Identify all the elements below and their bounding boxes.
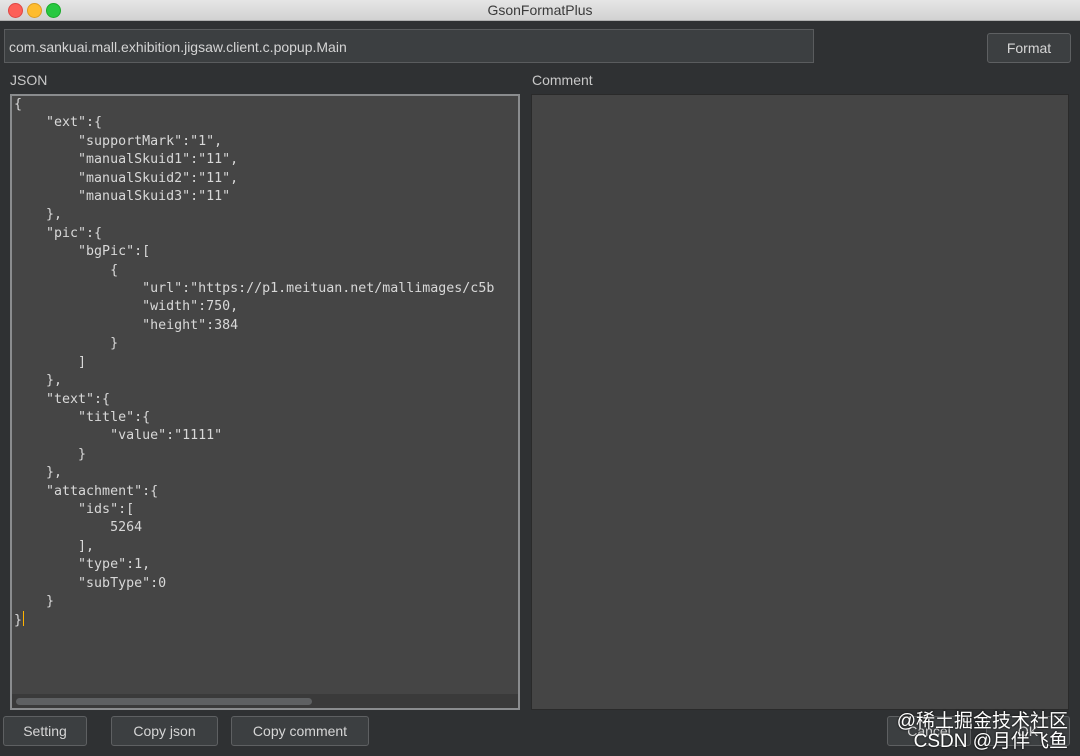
class-name-input[interactable]: com.sankuai.mall.exhibition.jigsaw.clien… — [4, 29, 814, 63]
json-text[interactable]: { "ext":{ "supportMark":"1", "manualSkui… — [12, 96, 518, 631]
watermark: @稀土掘金技术社区 CSDN @月伴飞鱼 — [897, 712, 1068, 752]
copy-comment-button[interactable]: Copy comment — [231, 716, 369, 746]
setting-button[interactable]: Setting — [3, 716, 87, 746]
format-button[interactable]: Format — [987, 33, 1071, 63]
comment-editor[interactable] — [531, 94, 1069, 710]
scrollbar-thumb[interactable] — [16, 698, 312, 705]
json-panel-label: JSON — [10, 72, 48, 88]
json-editor[interactable]: { "ext":{ "supportMark":"1", "manualSkui… — [10, 94, 520, 710]
watermark-line-2: CSDN @月伴飞鱼 — [913, 731, 1068, 752]
json-content: { "ext":{ "supportMark":"1", "manualSkui… — [14, 97, 495, 629]
window-title: GsonFormatPlus — [487, 2, 593, 18]
text-caret — [23, 611, 25, 627]
comment-panel-label: Comment — [532, 72, 593, 88]
copy-json-button[interactable]: Copy json — [111, 716, 218, 746]
watermark-line-1: @稀土掘金技术社区 — [896, 711, 1068, 732]
title-bar: GsonFormatPlus — [0, 0, 1080, 21]
horizontal-scrollbar[interactable] — [12, 694, 518, 708]
